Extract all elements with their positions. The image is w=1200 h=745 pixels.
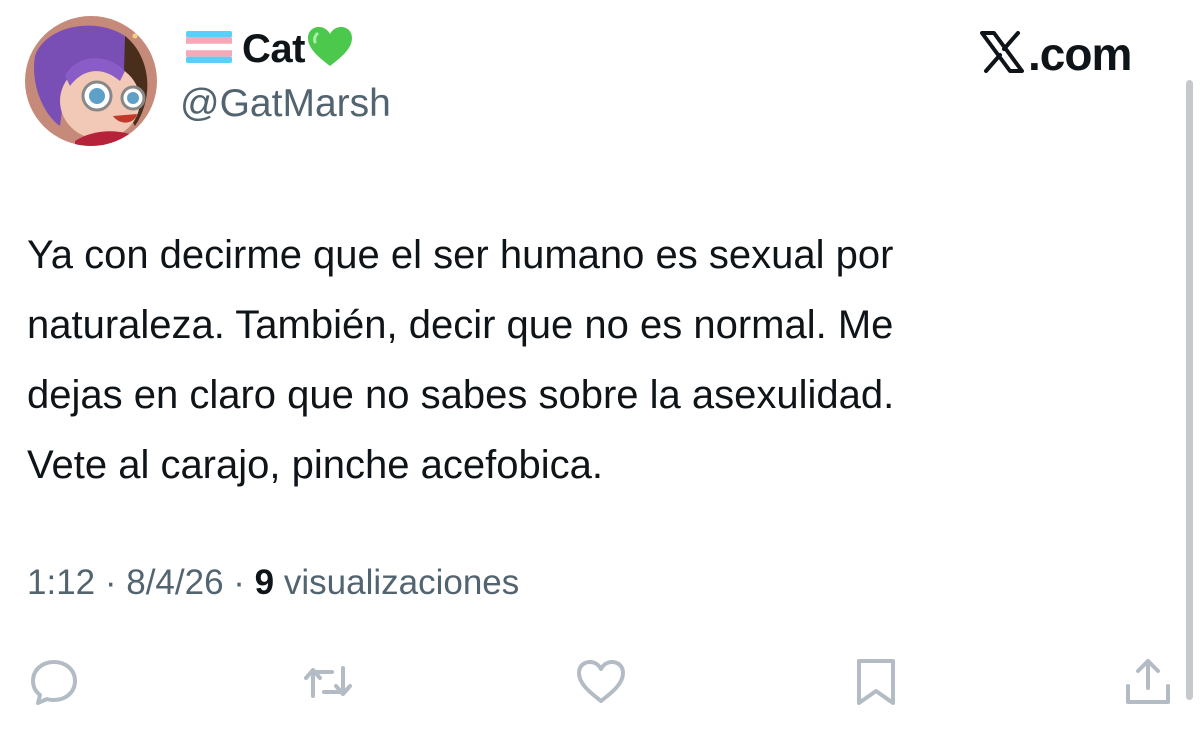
avatar-image xyxy=(25,16,157,146)
brand-text: .com xyxy=(1028,28,1132,80)
author-handle[interactable]: @GatMarsh xyxy=(180,82,391,126)
reply-button[interactable] xyxy=(28,656,80,708)
avatar[interactable] xyxy=(25,16,157,146)
bookmark-button[interactable] xyxy=(850,656,902,708)
bookmark-icon xyxy=(857,659,895,705)
author-name-row[interactable]: Cat xyxy=(186,24,353,74)
scrollbar[interactable] xyxy=(1186,80,1193,700)
tweet-text: Ya con decirme que el ser humano es sexu… xyxy=(27,220,1147,500)
tweet-line: dejas en claro que no sabes sobre la ase… xyxy=(27,373,895,417)
tweet-date[interactable]: 8/4/26 xyxy=(126,563,223,602)
views-label: visualizaciones xyxy=(283,563,520,602)
share-icon xyxy=(1126,659,1170,704)
views-count: 9 xyxy=(254,563,275,602)
meta-separator: · xyxy=(95,563,127,602)
transgender-flag-icon xyxy=(186,30,232,68)
tweet-line: Ya con decirme que el ser humano es sexu… xyxy=(27,233,894,277)
tweet-time[interactable]: 1:12 xyxy=(27,563,95,602)
tweet-meta: 1:12 · 8/4/26 · 9 visualizaciones xyxy=(27,563,519,603)
green-heart-icon xyxy=(307,26,353,73)
retweet-button[interactable] xyxy=(302,656,354,708)
share-button[interactable] xyxy=(1122,656,1174,708)
retweet-icon xyxy=(304,666,352,698)
like-button[interactable] xyxy=(575,656,627,708)
reply-icon xyxy=(31,660,77,705)
like-icon xyxy=(577,660,625,703)
brand-logo: .com xyxy=(980,26,1132,82)
author-display-name[interactable]: Cat xyxy=(242,27,305,72)
x-logo-icon xyxy=(980,30,1024,78)
tweet-line: Vete al carajo, pinche acefobica. xyxy=(27,443,603,487)
tweet-line: naturaleza. También, decir que no es nor… xyxy=(27,303,894,347)
meta-separator: · xyxy=(223,563,255,602)
